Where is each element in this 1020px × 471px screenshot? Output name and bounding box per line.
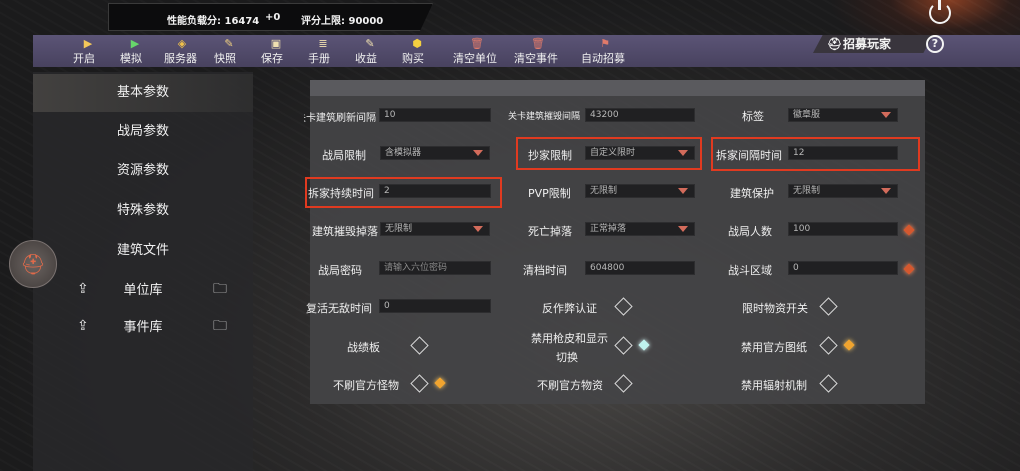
manual-icon: ≣ [318,37,328,50]
toolbar-server-button[interactable]: ◈ 服务器 [164,35,200,67]
panel-header-bar [310,80,925,96]
sidebar-item-event-library[interactable]: ⇪ 事件库 🗀 [33,309,253,347]
chevron-down-icon [678,188,688,194]
building-refresh-interval-input[interactable]: 10 [379,108,491,122]
match-restriction-dropdown[interactable]: 含模拟器 [380,146,490,160]
power-icon[interactable] [929,0,951,24]
building-protection-dropdown[interactable]: 无限制 [788,184,898,198]
helmet-icon: ⛑ [827,37,843,51]
toolbar-income-button[interactable]: ✎ 收益 [355,35,385,67]
label-death-drop: 死亡掉落 [528,225,572,238]
toolbar-buy-button[interactable]: ⬢ 购买 [402,35,432,67]
match-password-input[interactable]: 请输入六位密码 [379,261,491,275]
label-tag: 标签 [742,110,764,123]
label-pvp-restriction: PVP限制 [528,187,571,200]
add-folder-icon[interactable]: 🗀 [213,318,227,334]
chevron-down-icon [881,188,891,194]
performance-score-bar: 性能负载分: 16474 +0 评分上限: 90000 [108,3,433,31]
label-match-restriction: 战局限制 [322,149,366,162]
upload-icon[interactable]: ⇪ [77,318,89,334]
save-icon: ▣ [270,37,282,50]
toolbar-save-button[interactable]: ▣ 保存 [261,35,291,67]
toolbar-auto-recruit-button[interactable]: ⚑ 自动招募 [581,35,629,67]
wipe-time-input[interactable]: 604800 [585,261,695,275]
highlight-box-demolish-interval [711,137,920,171]
toolbar-snapshot-button[interactable]: ✎ 快照 [214,35,244,67]
label-scoreboard: 战绩板 [347,341,380,354]
label-building-refresh-interval: 关卡建筑刷新间隔 [304,113,376,124]
sidebar: 基本参数 战局参数 资源参数 特殊参数 建筑文件 ⇪ 单位库 🗀 ⇪ 事件库 🗀 [33,72,253,471]
player-count-input[interactable]: 100 [788,222,898,236]
highlight-box-raid-restriction [516,137,702,170]
sidebar-item-resource-params[interactable]: 资源参数 [33,152,253,190]
sidebar-item-building-files[interactable]: 建筑文件 [33,232,253,270]
chevron-down-icon [881,112,891,118]
trash-icon: 🗑 [531,37,545,50]
sidebar-item-basic-params[interactable]: 基本参数 [33,74,253,112]
building-destroy-drop-dropdown[interactable]: 无限制 [380,222,490,236]
recruit-players-tab[interactable]: ⛑ 招募玩家 [813,35,933,53]
label-combat-zone: 战斗区域 [728,264,772,277]
label-disable-radiation: 禁用辐射机制 [741,379,807,392]
label-timed-supplies-switch: 限时物资开关 [742,302,808,315]
pvp-restriction-dropdown[interactable]: 无限制 [585,184,695,198]
label-disable-gun-skin-1: 禁用枪皮和显示 [531,332,608,345]
label-disable-official-blueprints: 禁用官方图纸 [741,341,807,354]
score-limit: 评分上限: 90000 [301,16,384,27]
flag-icon: ⚑ [600,37,610,50]
label-building-destroy-drop: 建筑摧毁掉落 [312,225,378,238]
settings-panel [310,80,925,404]
play-green-icon: ▶ [130,37,140,50]
tag-dropdown[interactable]: 徽章服 [788,108,898,122]
toolbar-manual-button[interactable]: ≣ 手册 [308,35,338,67]
building-destroy-interval-input[interactable]: 43200 [585,108,695,122]
chevron-down-icon [678,226,688,232]
label-no-official-supplies: 不刷官方物资 [537,379,603,392]
label-anti-cheat: 反作弊认证 [542,302,597,315]
label-disable-gun-skin-2: 切换 [556,351,578,364]
sidebar-item-match-params[interactable]: 战局参数 [33,113,253,151]
label-no-official-monsters: 不刷官方怪物 [333,379,399,392]
label-player-count: 战局人数 [728,225,772,238]
edit-icon: ✎ [224,37,234,50]
performance-delta: +0 [265,12,281,23]
play-icon: ▶ [83,37,93,50]
edit-icon: ✎ [365,37,375,50]
performance-score: 性能负载分: 16474 [167,16,260,27]
label-respawn-invincible-time: 复活无敌时间 [306,302,372,315]
server-icon: ◈ [177,37,187,50]
combat-zone-input[interactable]: 0 [788,261,898,275]
chevron-down-icon [473,150,483,156]
death-drop-dropdown[interactable]: 正常掉落 [585,222,695,236]
sidebar-item-unit-library[interactable]: ⇪ 单位库 🗀 [33,272,253,310]
toolbar-simulate-button[interactable]: ▶ 模拟 [120,35,150,67]
highlight-box-demolish-duration [305,177,502,208]
trash-icon: 🗑 [470,37,484,50]
toolbar-start-button[interactable]: ▶ 开启 [73,35,103,67]
toolbar-clear-units-button[interactable]: 🗑 清空单位 [453,35,501,67]
label-wipe-time: 清档时间 [523,264,567,277]
help-icon[interactable]: ? [926,35,944,53]
floating-helmet-icon[interactable]: ⛑ [9,240,57,288]
sidebar-item-special-params[interactable]: 特殊参数 [33,192,253,230]
label-building-protection: 建筑保护 [730,187,774,200]
label-building-destroy-interval: 关卡建筑摧毁间隔 [508,112,581,122]
buy-icon: ⬢ [412,37,422,50]
label-match-password: 战局密码 [318,264,362,277]
add-folder-icon[interactable]: 🗀 [213,281,227,297]
chevron-down-icon [473,226,483,232]
toolbar-clear-events-button[interactable]: 🗑 清空事件 [514,35,562,67]
toolbar: ▶ 开启 ▶ 模拟 ◈ 服务器 ✎ 快照 ▣ 保存 ≣ 手册 ✎ 收益 ⬢ 购买… [33,35,1020,67]
upload-icon[interactable]: ⇪ [77,281,89,297]
respawn-invincible-time-input[interactable]: 0 [379,299,491,313]
